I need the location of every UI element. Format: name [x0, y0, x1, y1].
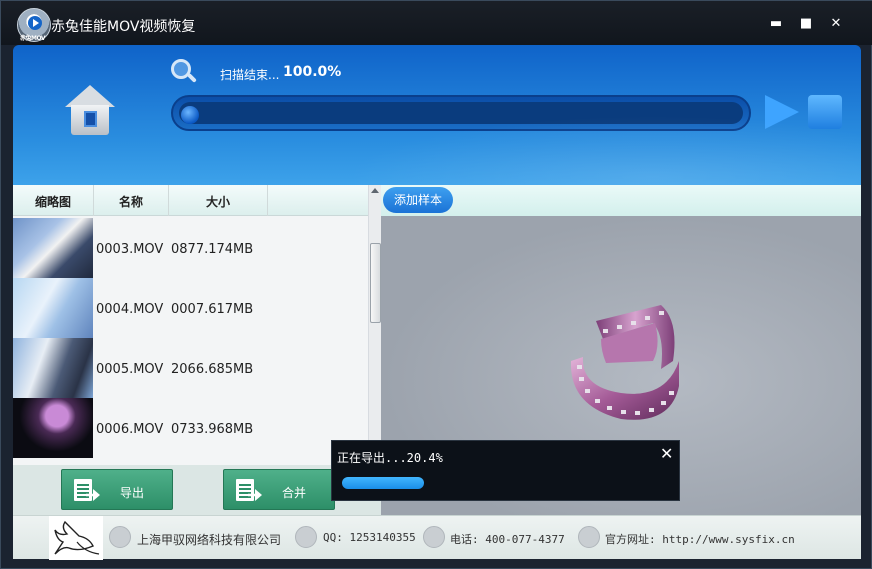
export-progress-dialog: 正在导出...20.4% ✕	[331, 440, 680, 501]
close-button[interactable]: ✕	[827, 15, 845, 33]
scrollbar-thumb[interactable]	[370, 243, 381, 323]
export-button[interactable]: 导出	[61, 469, 173, 510]
merge-icon	[236, 479, 262, 503]
header-size[interactable]: 大小	[169, 193, 267, 210]
film-reel-icon	[570, 305, 679, 420]
scan-percent-text: 100.0%	[283, 64, 342, 80]
export-status-text: 正在导出...20.4%	[337, 451, 443, 465]
app-logo-icon: 赤兔MOV	[17, 8, 51, 42]
scroll-up-icon[interactable]	[371, 188, 379, 193]
qq-icon	[295, 526, 317, 548]
file-size: 0733.968MB	[171, 422, 254, 437]
video-thumbnail	[13, 338, 93, 398]
file-name: 0004.MOV	[96, 302, 164, 317]
file-list-scrollbar[interactable]	[368, 185, 381, 465]
file-list-panel: 缩略图 名称 大小 0003.MOV 0877.174MB 0004.MOV 0…	[13, 185, 381, 465]
file-size: 2066.685MB	[171, 362, 254, 377]
phone-number: 电话: 400-077-4377	[450, 533, 565, 546]
export-close-icon[interactable]: ✕	[660, 446, 673, 462]
file-row[interactable]: 0006.MOV 0733.968MB	[13, 398, 368, 458]
file-row[interactable]: 0004.MOV 0007.617MB	[13, 278, 368, 338]
video-thumbnail	[13, 278, 93, 338]
title-bar: 赤兔MOV 赤兔佳能MOV视频恢复 ▬ ■ ✕	[1, 1, 872, 45]
file-name: 0005.MOV	[96, 362, 164, 377]
horse-logo	[49, 516, 103, 560]
maximize-button[interactable]: ■	[797, 15, 815, 33]
globe-icon	[578, 526, 600, 548]
export-icon	[74, 479, 100, 503]
add-sample-button[interactable]: 添加样本	[383, 187, 453, 213]
file-size: 0007.617MB	[171, 302, 254, 317]
scan-progress-bar	[171, 95, 751, 131]
play-icon[interactable]	[765, 95, 799, 129]
progress-knob	[181, 106, 199, 124]
file-row[interactable]: 0003.MOV 0877.174MB	[13, 218, 368, 278]
file-name: 0006.MOV	[96, 422, 164, 437]
minimize-button[interactable]: ▬	[767, 15, 785, 33]
file-row[interactable]: 0005.MOV 2066.685MB	[13, 338, 368, 398]
merge-button[interactable]: 合并	[223, 469, 335, 510]
footer-bar: 上海甲驭网络科技有限公司 QQ: 1253140355 电话: 400-077-…	[13, 515, 861, 560]
company-name: 上海甲驭网络科技有限公司	[137, 533, 282, 547]
stop-icon[interactable]	[808, 95, 842, 129]
merge-button-label: 合并	[282, 486, 307, 500]
company-icon	[109, 526, 131, 548]
website-url[interactable]: 官方网址: http://www.sysfix.cn	[605, 531, 795, 547]
header-name[interactable]: 名称	[94, 193, 168, 210]
preview-toolbar: 添加样本	[381, 185, 861, 216]
scan-status-text: 扫描结束...	[220, 68, 280, 82]
action-bar: 导出 合并	[13, 465, 381, 515]
scan-header: 扫描结束... 100.0%	[13, 45, 861, 185]
qq-number: QQ: 1253140355	[323, 531, 416, 544]
app-logo-text: 赤兔MOV	[20, 35, 46, 42]
phone-icon	[423, 526, 445, 548]
header-thumbnail[interactable]: 缩略图	[13, 193, 93, 210]
file-size: 0877.174MB	[171, 242, 254, 257]
file-name: 0003.MOV	[96, 242, 164, 257]
export-button-label: 导出	[120, 486, 145, 500]
file-list-header: 缩略图 名称 大小	[13, 185, 368, 216]
video-thumbnail	[13, 218, 93, 278]
search-icon	[171, 59, 197, 85]
export-progress-fill	[342, 477, 424, 489]
app-window: 赤兔MOV 赤兔佳能MOV视频恢复 ▬ ■ ✕ 扫描结束... 100.0% 缩…	[0, 0, 872, 569]
window-title: 赤兔佳能MOV视频恢复	[51, 19, 196, 35]
export-progress-track	[342, 477, 652, 489]
video-thumbnail	[13, 398, 93, 458]
home-icon[interactable]	[65, 85, 115, 137]
